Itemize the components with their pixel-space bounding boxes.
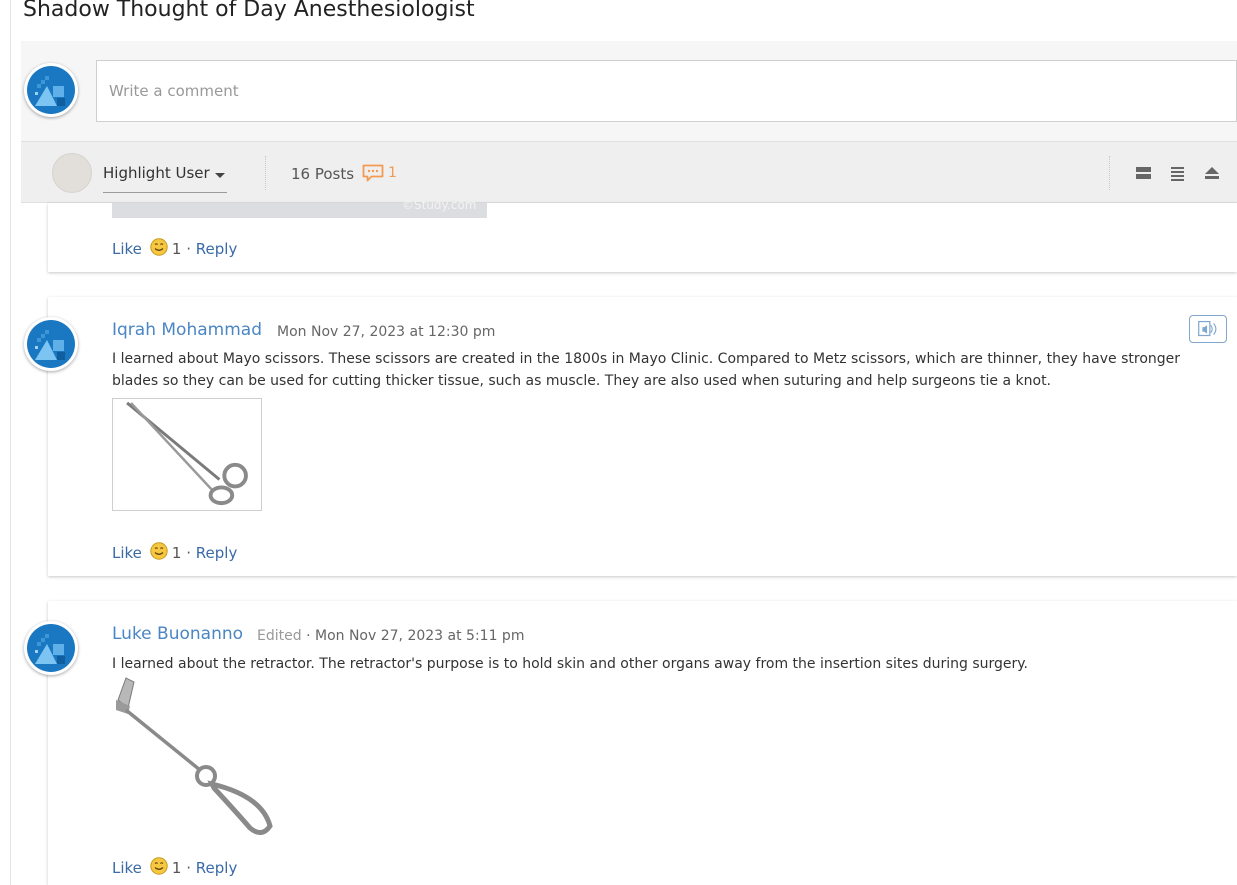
retractor-image[interactable]: [112, 676, 276, 838]
smiley-icon: [150, 238, 168, 256]
post-actions: Like 1 · Reply: [112, 542, 237, 562]
post-author-name[interactable]: Iqrah Mohammad: [112, 320, 262, 340]
unread-count[interactable]: 1: [388, 165, 397, 181]
smiley-icon: [150, 857, 168, 875]
highlight-user-avatar: [52, 153, 92, 193]
posts-count: 16 Posts: [291, 165, 355, 183]
reply-button[interactable]: Reply: [196, 240, 238, 258]
post-author-avatar[interactable]: [24, 317, 78, 371]
chevron-down-icon: [215, 173, 225, 178]
post-timestamp: Mon Nov 27, 2023 at 5:11 pm: [314, 628, 525, 644]
discussion-toolbar: Highlight User 16 Posts 1: [21, 141, 1237, 203]
post-author-name[interactable]: Luke Buonanno: [112, 624, 243, 644]
smiley-icon: [150, 542, 168, 560]
audio-reader-button[interactable]: [1189, 315, 1227, 343]
like-count: 1: [171, 859, 182, 877]
comment-input[interactable]: [96, 60, 1237, 122]
collapse-all-icon[interactable]: [1203, 164, 1221, 182]
reply-button[interactable]: Reply: [196, 544, 238, 562]
action-separator: ·: [186, 859, 192, 877]
action-separator: ·: [186, 544, 192, 562]
like-count: 1: [171, 240, 182, 258]
post-actions: Like 1 · Reply: [112, 857, 237, 877]
reply-button[interactable]: Reply: [196, 859, 238, 877]
post-card: ©Study.com Like 1 · Reply: [48, 198, 1237, 272]
post-card: Iqrah Mohammad Mon Nov 27, 2023 at 12:30…: [24, 297, 1237, 576]
scissors-image[interactable]: [112, 398, 262, 511]
edited-label: Edited: [257, 628, 302, 644]
like-count: 1: [171, 544, 182, 562]
post-author-avatar[interactable]: [24, 621, 78, 675]
post-card: Luke Buonanno Edited · Mon Nov 27, 2023 …: [24, 601, 1237, 885]
left-border: [10, 0, 11, 885]
meta-separator: ·: [306, 628, 311, 644]
like-button[interactable]: Like: [112, 859, 142, 877]
post-body: I learned about the retractor. The retra…: [112, 656, 1028, 672]
expanded-view-icon[interactable]: [1135, 164, 1153, 182]
highlight-user-dropdown[interactable]: Highlight User: [103, 155, 227, 193]
current-user-avatar: [24, 63, 78, 117]
like-button[interactable]: Like: [112, 240, 142, 258]
post-image-partial[interactable]: ©Study.com: [112, 198, 487, 218]
highlight-user-label: Highlight User: [103, 164, 210, 182]
list-view-icon[interactable]: [1169, 164, 1187, 182]
like-button[interactable]: Like: [112, 544, 142, 562]
post-timestamp: Mon Nov 27, 2023 at 12:30 pm: [277, 324, 496, 340]
toolbar-divider: [1109, 156, 1110, 190]
post-meta: Edited · Mon Nov 27, 2023 at 5:11 pm: [257, 628, 524, 644]
unread-comment-icon[interactable]: [362, 164, 384, 182]
post-actions: Like 1 · Reply: [112, 238, 237, 258]
toolbar-divider: [265, 156, 266, 190]
page-title: Shadow Thought of Day Anesthesiologist: [23, 0, 475, 22]
read-aloud-icon: [1198, 320, 1217, 337]
action-separator: ·: [186, 240, 192, 258]
post-body: I learned about Mayo scissors. These sci…: [112, 351, 1181, 389]
image-watermark: ©Study.com: [402, 198, 477, 212]
